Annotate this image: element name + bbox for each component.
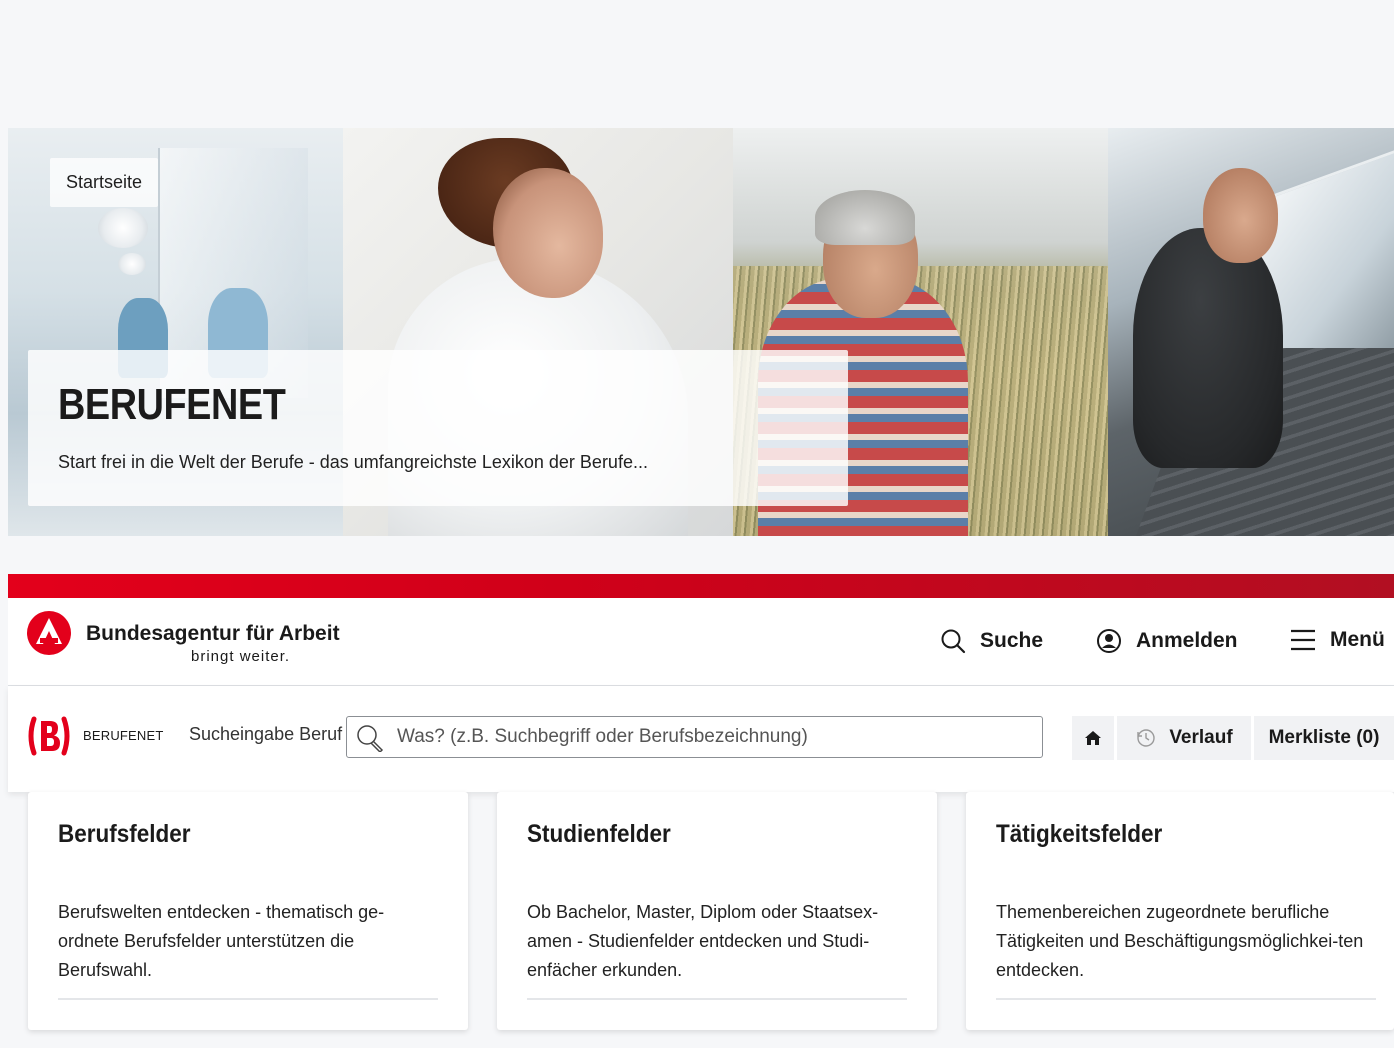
home-button[interactable] <box>1072 716 1114 760</box>
hamburger-menu-icon <box>1291 629 1315 651</box>
history-icon <box>1137 729 1156 747</box>
header-login-label: Anmelden <box>1136 629 1238 652</box>
home-icon <box>1085 731 1101 745</box>
search-field[interactable] <box>346 716 1043 758</box>
card-studienfelder[interactable]: Studienfelder Ob Bachelor, Master, Diplo… <box>497 792 937 1030</box>
history-button[interactable]: Verlauf <box>1117 716 1251 760</box>
hero-image-roofer <box>1108 128 1394 536</box>
ba-org-name[interactable]: Bundesagentur für Arbeit <box>86 622 340 646</box>
search-field-label: Sucheingabe Beruf <box>189 724 343 744</box>
search-icon <box>357 725 384 752</box>
top-whitespace <box>0 0 1394 128</box>
card-berufsfelder[interactable]: Berufsfelder Berufswelten entdecken - th… <box>28 792 468 1030</box>
header-search-label: Suche <box>980 629 1044 652</box>
watchlist-button[interactable]: Merkliste (0) <box>1254 716 1394 760</box>
ba-claim: bringt weiter. <box>191 648 291 665</box>
search-input[interactable] <box>397 717 1027 757</box>
watchlist-label: Merkliste (0) <box>1268 727 1380 748</box>
page-title: BERUFENET <box>58 380 286 429</box>
berufenet-toolbar: BERUFENET Sucheingabe Beruf Verlauf Merk… <box>8 686 1394 792</box>
card-divider <box>527 998 907 1000</box>
search-icon <box>941 629 966 654</box>
ba-logo-icon[interactable] <box>26 610 72 656</box>
card-title[interactable]: Berufsfelder <box>58 820 191 849</box>
brand-red-bar <box>8 574 1394 598</box>
page-subtitle: Start frei in die Welt der Berufe - das … <box>58 452 648 472</box>
card-description: Ob Bachelor, Master, Diplom oder Staatse… <box>527 902 879 980</box>
ba-header: Bundesagentur für Arbeit bringt weiter. … <box>8 598 1394 686</box>
card-divider <box>58 998 438 1000</box>
user-icon <box>1097 629 1121 653</box>
header-menu-button[interactable]: Menü <box>1290 628 1385 652</box>
card-title[interactable]: Studienfelder <box>527 820 671 849</box>
hero-text-box: BERUFENET Start frei in die Welt der Ber… <box>28 350 848 506</box>
berufenet-logo-icon[interactable] <box>26 713 72 759</box>
card-description: Berufswelten entdecken - thematisch ge-o… <box>58 902 385 980</box>
header-login-button[interactable]: Anmelden <box>1096 628 1238 654</box>
card-divider <box>996 998 1376 1000</box>
card-taetigkeitsfelder[interactable]: Tätigkeitsfelder Themenbereichen zugeord… <box>966 792 1394 1030</box>
breadcrumb-startseite[interactable]: Startseite <box>50 158 159 207</box>
header-menu-label: Menü <box>1330 628 1385 651</box>
berufenet-logo-label: BERUFENET <box>83 728 164 743</box>
history-label: Verlauf <box>1169 727 1233 748</box>
header-search-button[interactable]: Suche <box>940 628 1043 654</box>
hero-banner: Startseite BERUFENET Start frei in die W… <box>8 128 1394 536</box>
card-description: Themenbereichen zugeordnete berufliche T… <box>996 902 1364 980</box>
card-title[interactable]: Tätigkeitsfelder <box>996 820 1162 849</box>
